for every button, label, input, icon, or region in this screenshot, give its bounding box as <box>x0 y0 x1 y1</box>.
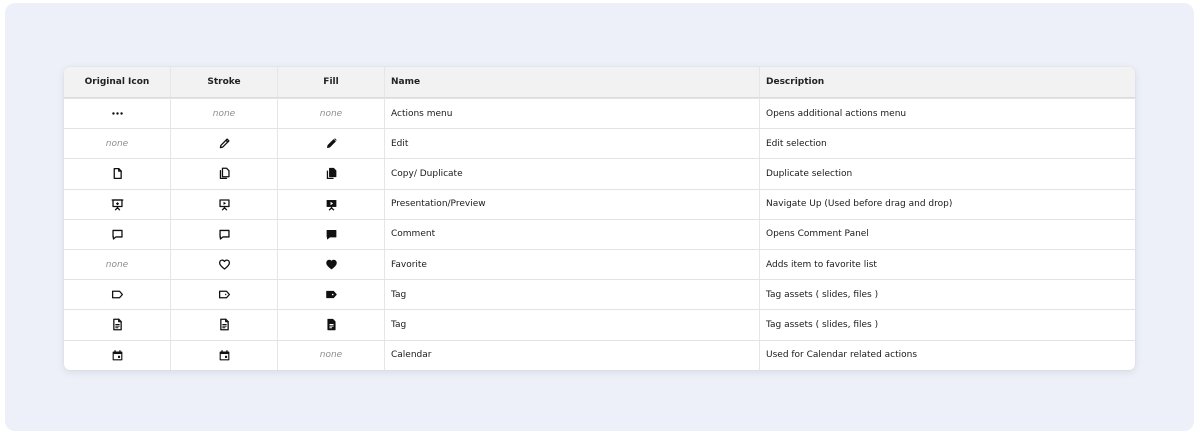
original-cell: none <box>64 249 171 280</box>
heart-icon <box>325 258 338 271</box>
header-original-icon: Original Icon <box>64 67 171 97</box>
table-row: Comment Opens Comment Panel <box>64 218 1135 249</box>
pencil-icon <box>325 137 338 150</box>
stroke-cell <box>171 219 278 249</box>
original-cell <box>64 340 171 370</box>
none-label: none <box>105 259 129 270</box>
table-row: none none Actions menu Opens additional act… <box>64 98 1135 129</box>
fill-cell <box>278 280 385 310</box>
description-cell: Used for Calendar related actions <box>766 350 918 361</box>
table-row: none Favorite Adds item to favorite list <box>64 248 1135 280</box>
name-cell: Tag <box>385 310 760 340</box>
heart-icon <box>218 258 231 271</box>
icon-table: Original Icon Stroke Fill Name Descripti… <box>64 67 1135 370</box>
header-name: Name <box>385 67 760 97</box>
fill-cell <box>278 129 385 159</box>
stroke-cell <box>171 159 278 189</box>
document-icon <box>325 318 338 331</box>
table-row: Tag Tag assets ( slides, files ) <box>64 309 1135 340</box>
none-label: none <box>319 108 343 119</box>
table-body: none none Actions menu Opens additional act… <box>64 98 1135 370</box>
pencil-icon <box>218 137 231 150</box>
name-cell: Actions menu <box>385 99 760 129</box>
stroke-cell <box>171 310 278 340</box>
presentation-play-icon <box>325 198 338 211</box>
none-label: none <box>319 350 343 361</box>
header-description: Description <box>766 77 825 87</box>
stroke-cell: none <box>171 99 278 129</box>
original-cell <box>64 189 171 219</box>
tag-icon <box>218 288 231 301</box>
table-row: Tag Tag assets ( slides, files ) <box>64 279 1135 310</box>
description-cell: Duplicate selection <box>766 168 853 179</box>
original-cell: none <box>64 129 171 159</box>
stroke-cell <box>171 189 278 219</box>
none-label: none <box>105 138 129 149</box>
more-horizontal-icon <box>111 107 124 120</box>
description-cell: Navigate Up (Used before drag and drop) <box>766 199 953 210</box>
original-cell <box>64 219 171 249</box>
name-cell: Presentation/Preview <box>385 189 760 219</box>
name-cell: Calendar <box>385 340 760 370</box>
stroke-cell <box>171 129 278 159</box>
name-cell: Comment <box>385 219 760 249</box>
table-header-row: Original Icon Stroke Fill Name Descripti… <box>64 67 1135 98</box>
comment-icon <box>111 228 124 241</box>
fill-cell: none <box>278 99 385 129</box>
fill-cell <box>278 219 385 249</box>
table-row: none Calendar Used for Calendar related ac… <box>64 339 1135 370</box>
table-row: Copy/ Duplicate Duplicate selection <box>64 158 1135 189</box>
fill-cell <box>278 159 385 189</box>
copy-icon <box>325 167 338 180</box>
description-cell: Opens Comment Panel <box>766 229 869 240</box>
description-cell: Opens additional actions menu <box>766 108 907 119</box>
document-icon <box>218 318 231 331</box>
table-row: Presentation/Preview Navigate Up (Used be… <box>64 188 1135 219</box>
original-cell <box>64 99 171 129</box>
stroke-cell <box>171 280 278 310</box>
description-cell: Edit selection <box>766 138 827 149</box>
calendar-icon <box>111 349 124 362</box>
stroke-cell <box>171 249 278 280</box>
table-row: none Edit Edit selection <box>64 128 1135 159</box>
fill-cell: none <box>278 340 385 370</box>
description-cell: Tag assets ( slides, files ) <box>766 319 879 330</box>
description-cell: Tag assets ( slides, files ) <box>766 289 879 300</box>
name-cell: Favorite <box>385 249 760 280</box>
tag-icon <box>325 288 338 301</box>
tag-icon <box>111 288 124 301</box>
fill-cell <box>278 189 385 219</box>
name-cell: Edit <box>385 129 760 159</box>
presentation-play-icon <box>218 198 231 211</box>
name-cell: Tag <box>385 280 760 310</box>
file-icon <box>111 167 124 180</box>
original-cell <box>64 310 171 340</box>
fill-cell <box>278 249 385 280</box>
original-cell <box>64 280 171 310</box>
stroke-cell <box>171 340 278 370</box>
name-cell: Copy/ Duplicate <box>385 159 760 189</box>
calendar-icon <box>218 349 231 362</box>
comment-icon <box>218 228 231 241</box>
header-stroke: Stroke <box>171 67 278 97</box>
description-cell: Adds item to favorite list <box>766 259 877 270</box>
presentation-icon <box>111 198 124 211</box>
comment-icon <box>325 228 338 241</box>
fill-cell <box>278 310 385 340</box>
document-icon <box>111 318 124 331</box>
none-label: none <box>212 108 236 119</box>
header-fill: Fill <box>278 67 385 97</box>
original-cell <box>64 159 171 189</box>
copy-icon <box>218 167 231 180</box>
